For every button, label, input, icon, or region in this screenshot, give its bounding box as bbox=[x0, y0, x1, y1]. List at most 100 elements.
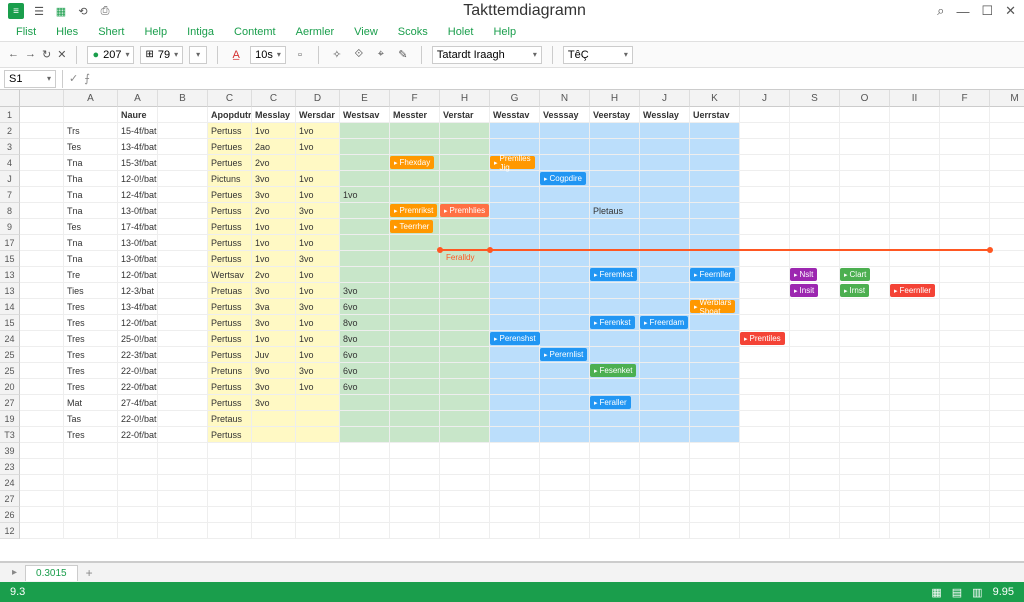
cell[interactable] bbox=[640, 363, 690, 379]
cell[interactable] bbox=[540, 187, 590, 203]
cell[interactable]: Pletaus bbox=[590, 203, 640, 219]
cell[interactable] bbox=[490, 251, 540, 267]
cell[interactable]: 1vo bbox=[296, 219, 340, 235]
cell[interactable] bbox=[840, 267, 890, 283]
cell[interactable]: 3vo bbox=[252, 315, 296, 331]
cell[interactable] bbox=[158, 107, 208, 123]
cell[interactable] bbox=[790, 459, 840, 475]
cell[interactable] bbox=[940, 171, 990, 187]
cell[interactable] bbox=[590, 235, 640, 251]
cell[interactable] bbox=[990, 267, 1024, 283]
cell[interactable] bbox=[490, 347, 540, 363]
cell[interactable] bbox=[440, 475, 490, 491]
cell[interactable] bbox=[64, 107, 118, 123]
cell[interactable] bbox=[940, 427, 990, 443]
cell[interactable] bbox=[840, 395, 890, 411]
cell[interactable]: 22-0f/bat bbox=[118, 427, 158, 443]
cell[interactable]: Messter bbox=[390, 107, 440, 123]
cell[interactable] bbox=[590, 187, 640, 203]
cell[interactable] bbox=[690, 171, 740, 187]
menu-help[interactable]: Help bbox=[485, 24, 524, 40]
cell[interactable]: 6vo bbox=[340, 347, 390, 363]
fbar-cancel-icon[interactable]: ✓ bbox=[69, 72, 78, 85]
cell[interactable] bbox=[440, 507, 490, 523]
cell[interactable] bbox=[590, 363, 640, 379]
cell[interactable] bbox=[990, 139, 1024, 155]
cell[interactable] bbox=[690, 411, 740, 427]
cell[interactable]: 8vo bbox=[340, 315, 390, 331]
menu-aermler[interactable]: Aermler bbox=[288, 24, 343, 40]
cell[interactable]: 1vo bbox=[252, 123, 296, 139]
cell[interactable] bbox=[790, 507, 840, 523]
col-header[interactable]: J bbox=[740, 90, 790, 107]
cell[interactable] bbox=[340, 123, 390, 139]
cell[interactable] bbox=[440, 347, 490, 363]
row-header[interactable]: J bbox=[0, 171, 20, 187]
maximize-icon[interactable]: ☐ bbox=[981, 3, 993, 19]
cell[interactable] bbox=[64, 475, 118, 491]
cell[interactable] bbox=[940, 283, 990, 299]
menu-help[interactable]: Help bbox=[136, 24, 175, 40]
cell[interactable] bbox=[990, 411, 1024, 427]
cell[interactable]: 12-0f/bat bbox=[118, 315, 158, 331]
cell[interactable] bbox=[540, 475, 590, 491]
menu-flist[interactable]: Flist bbox=[8, 24, 44, 40]
search-icon[interactable]: ⌕ bbox=[937, 3, 944, 19]
cell[interactable]: 1vo bbox=[296, 139, 340, 155]
cell[interactable] bbox=[890, 235, 940, 251]
cell[interactable] bbox=[640, 187, 690, 203]
cell[interactable] bbox=[740, 427, 790, 443]
cell[interactable]: Pretuns bbox=[208, 363, 252, 379]
cell[interactable] bbox=[840, 187, 890, 203]
cell[interactable] bbox=[990, 443, 1024, 459]
cell[interactable]: 1vo bbox=[296, 283, 340, 299]
cell[interactable] bbox=[890, 251, 940, 267]
row-header[interactable]: 27 bbox=[0, 491, 20, 507]
formula-input[interactable] bbox=[98, 70, 1024, 88]
cell[interactable] bbox=[640, 283, 690, 299]
cell[interactable] bbox=[840, 427, 890, 443]
cell[interactable] bbox=[840, 379, 890, 395]
cell[interactable] bbox=[690, 139, 740, 155]
cell[interactable] bbox=[790, 331, 840, 347]
cell[interactable] bbox=[740, 251, 790, 267]
cell[interactable] bbox=[790, 523, 840, 539]
cell[interactable] bbox=[740, 203, 790, 219]
cell[interactable] bbox=[590, 139, 640, 155]
cell[interactable] bbox=[840, 283, 890, 299]
cell[interactable] bbox=[690, 299, 740, 315]
cell[interactable] bbox=[590, 123, 640, 139]
cell[interactable] bbox=[940, 123, 990, 139]
cell[interactable] bbox=[158, 235, 208, 251]
cell[interactable] bbox=[890, 363, 940, 379]
cell[interactable] bbox=[740, 507, 790, 523]
cell[interactable]: Naure bbox=[118, 107, 158, 123]
cell[interactable] bbox=[340, 443, 390, 459]
cell[interactable] bbox=[940, 363, 990, 379]
cell[interactable] bbox=[990, 203, 1024, 219]
cell[interactable] bbox=[158, 363, 208, 379]
col-header[interactable]: F bbox=[390, 90, 440, 107]
cell[interactable]: 1vo bbox=[296, 267, 340, 283]
cell[interactable] bbox=[640, 155, 690, 171]
cell[interactable] bbox=[940, 187, 990, 203]
cell[interactable]: Pertues bbox=[208, 139, 252, 155]
cell[interactable]: 22-0!/bat bbox=[118, 411, 158, 427]
cell[interactable] bbox=[340, 203, 390, 219]
cell[interactable] bbox=[208, 475, 252, 491]
cell[interactable] bbox=[990, 491, 1024, 507]
cell[interactable]: Pertuss bbox=[208, 427, 252, 443]
cell[interactable] bbox=[540, 203, 590, 219]
cell[interactable] bbox=[990, 235, 1024, 251]
cell[interactable]: 3vo bbox=[252, 283, 296, 299]
cell[interactable] bbox=[790, 267, 840, 283]
cell[interactable]: Pictuns bbox=[208, 171, 252, 187]
cell[interactable] bbox=[690, 347, 740, 363]
style-dropdown[interactable]: Tatardt Iraagh▾ bbox=[432, 46, 542, 64]
cell[interactable] bbox=[540, 235, 590, 251]
cell[interactable]: 3vo bbox=[296, 251, 340, 267]
cell[interactable] bbox=[990, 363, 1024, 379]
cell[interactable] bbox=[252, 507, 296, 523]
cell[interactable] bbox=[440, 139, 490, 155]
cell[interactable] bbox=[540, 363, 590, 379]
